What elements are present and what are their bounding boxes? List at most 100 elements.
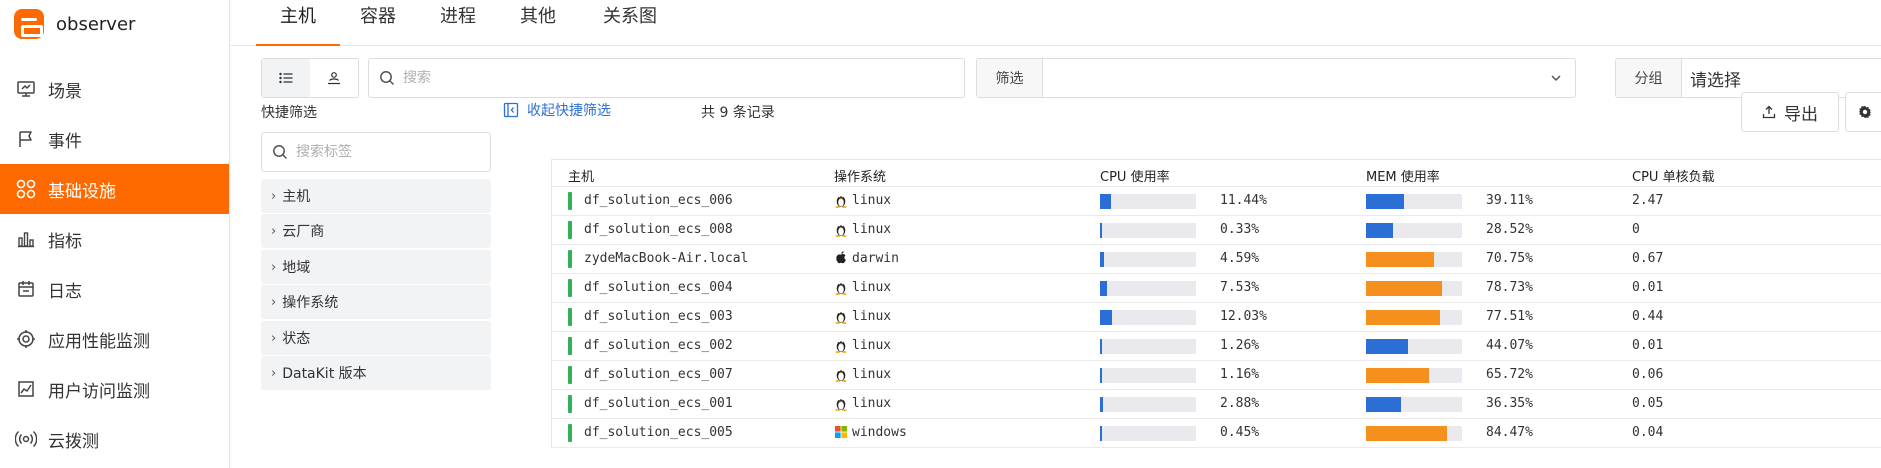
cpu-usage-bar (1100, 223, 1196, 238)
quick-filter-group-datakit-version[interactable]: › DataKit 版本 (261, 356, 491, 390)
table-row[interactable]: df_solution_ecs_001 linux 2.88% 36.35% 0.05 (552, 390, 1881, 419)
cpu-load-value: 0.01 (1632, 280, 1664, 295)
column-header-host[interactable]: 主机 (568, 166, 594, 185)
cpu-load-value: 0.44 (1632, 309, 1664, 324)
sidebar-item-metrics[interactable]: 指标 (0, 214, 229, 264)
host-name-link[interactable]: df_solution_ecs_005 (584, 425, 733, 440)
cpu-usage-bar (1100, 339, 1196, 354)
group-label: 地域 (282, 260, 311, 276)
filter-select[interactable]: 筛选 (976, 58, 1576, 98)
tab-host[interactable]: 主机 (256, 0, 340, 46)
cpu-usage-value: 4.59% (1220, 251, 1260, 266)
sidebar-item-apm[interactable]: 应用性能监测 (0, 314, 229, 364)
group-label: 云厂商 (282, 224, 325, 240)
mem-usage-bar-fill (1366, 426, 1447, 441)
linux-icon (834, 361, 848, 390)
host-name-link[interactable]: df_solution_ecs_006 (584, 193, 733, 208)
export-button[interactable]: 导出 (1741, 92, 1839, 132)
mem-usage-bar (1366, 310, 1462, 325)
host-name-link[interactable]: zydeMacBook-Air.local (584, 251, 748, 266)
group-label: 分组 (1616, 59, 1682, 97)
list-view-button[interactable] (262, 59, 310, 97)
cpu-usage-bar-fill (1100, 397, 1103, 412)
table-row[interactable]: df_solution_ecs_007 linux 1.16% 65.72% 0.06 (552, 361, 1881, 390)
host-name-link[interactable]: df_solution_ecs_004 (584, 280, 733, 295)
cpu-load-value: 0 (1632, 222, 1640, 237)
table-row[interactable]: df_solution_ecs_004 linux 7.53% 78.73% 0.01 (552, 274, 1881, 303)
mem-usage-value: 84.47% (1486, 425, 1533, 440)
mem-usage-bar (1366, 194, 1462, 209)
search-box[interactable] (368, 58, 965, 98)
host-name-link[interactable]: df_solution_ecs_003 (584, 309, 733, 324)
quick-filter-group-host[interactable]: › 主机 (261, 179, 491, 213)
host-name-link[interactable]: df_solution_ecs_007 (584, 367, 733, 382)
sidebar-item-logs[interactable]: 日志 (0, 264, 229, 314)
tab-other[interactable]: 其他 (496, 0, 580, 46)
tag-search-input[interactable] (296, 144, 486, 160)
mem-usage-value: 28.52% (1486, 222, 1533, 237)
mem-usage-bar (1366, 426, 1462, 441)
host-name-link[interactable]: df_solution_ecs_008 (584, 222, 733, 237)
sidebar-item-label: 基础设施 (48, 181, 116, 202)
sidebar: observer 场景 事件 基础设施 指标 日志 应用性能监测 用户访问监测 … (0, 0, 230, 468)
apple-icon (834, 245, 848, 274)
sidebar-item-infrastructure[interactable]: 基础设施 (0, 164, 229, 214)
mem-usage-bar (1366, 223, 1462, 238)
line-chart-icon (14, 377, 38, 401)
cpu-usage-bar-fill (1100, 426, 1102, 441)
sidebar-item-dial-testing[interactable]: 云拨测 (0, 414, 229, 464)
host-name-link[interactable]: df_solution_ecs_002 (584, 338, 733, 353)
sidebar-item-events[interactable]: 事件 (0, 114, 229, 164)
chevron-right-icon: › (271, 330, 277, 346)
quick-filter-group-region[interactable]: › 地域 (261, 250, 491, 284)
status-indicator (568, 250, 572, 268)
status-indicator (568, 279, 572, 297)
column-header-os[interactable]: 操作系统 (834, 166, 886, 185)
table-row[interactable]: zydeMacBook-Air.local darwin 4.59% 70.75% 0.… (552, 245, 1881, 274)
windows-icon (834, 419, 848, 448)
tag-search-box[interactable] (261, 132, 491, 172)
host-name-link[interactable]: df_solution_ecs_001 (584, 396, 733, 411)
mem-usage-bar-fill (1366, 397, 1401, 412)
sidebar-item-label: 应用性能监测 (48, 331, 150, 352)
chevron-right-icon: › (271, 259, 277, 275)
honeycomb-view-button[interactable] (310, 59, 358, 97)
tab-relationship-graph[interactable]: 关系图 (579, 0, 681, 46)
table-settings-button[interactable] (1845, 92, 1881, 132)
tab-process[interactable]: 进程 (416, 0, 500, 46)
linux-icon (834, 390, 848, 419)
os-name: linux (852, 338, 892, 353)
calendar-icon (14, 277, 38, 301)
tab-container[interactable]: 容器 (336, 0, 420, 46)
cpu-usage-value: 7.53% (1220, 280, 1260, 295)
cpu-usage-value: 11.44% (1220, 193, 1267, 208)
quick-filter-group-status[interactable]: › 状态 (261, 321, 491, 355)
table-row[interactable]: df_solution_ecs_002 linux 1.26% 44.07% 0.01 (552, 332, 1881, 361)
grid-circles-icon (14, 177, 38, 201)
app-logo-icon (14, 9, 44, 39)
cpu-usage-bar (1100, 426, 1196, 441)
chevron-down-icon (1551, 75, 1561, 82)
table-row[interactable]: df_solution_ecs_005 windows 0.45% 84.47% 0.0… (552, 419, 1881, 448)
search-input[interactable] (403, 70, 943, 86)
table-row[interactable]: df_solution_ecs_006 linux 11.44% 39.11% 2.47 (552, 187, 1881, 216)
table-row[interactable]: df_solution_ecs_008 linux 0.33% 28.52% 0 (552, 216, 1881, 245)
filter-value[interactable] (1043, 59, 1575, 97)
mem-usage-bar (1366, 252, 1462, 267)
table-body: df_solution_ecs_006 linux 11.44% 39.11% 2.47… (552, 187, 1881, 448)
column-header-cpu[interactable]: CPU 使用率 (1100, 166, 1170, 185)
sidebar-item-scenes[interactable]: 场景 (0, 64, 229, 114)
quick-filter-group-os[interactable]: › 操作系统 (261, 285, 491, 319)
column-header-mem[interactable]: MEM 使用率 (1366, 166, 1440, 185)
os-name: linux (852, 367, 892, 382)
collapse-quick-filter-link[interactable]: 收起快捷筛选 (503, 100, 611, 120)
chevron-right-icon: › (271, 294, 277, 310)
brand[interactable]: observer (0, 0, 229, 48)
linux-icon (834, 274, 848, 303)
column-header-load[interactable]: CPU 单核负载 (1632, 166, 1715, 185)
sidebar-item-rum[interactable]: 用户访问监测 (0, 364, 229, 414)
quick-filter-group-cloud-vendor[interactable]: › 云厂商 (261, 214, 491, 248)
host-table: 主机 操作系统 CPU 使用率 MEM 使用率 CPU 单核负载 df_solu… (551, 159, 1881, 448)
table-row[interactable]: df_solution_ecs_003 linux 12.03% 77.51% 0.44 (552, 303, 1881, 332)
mem-usage-bar (1366, 368, 1462, 383)
